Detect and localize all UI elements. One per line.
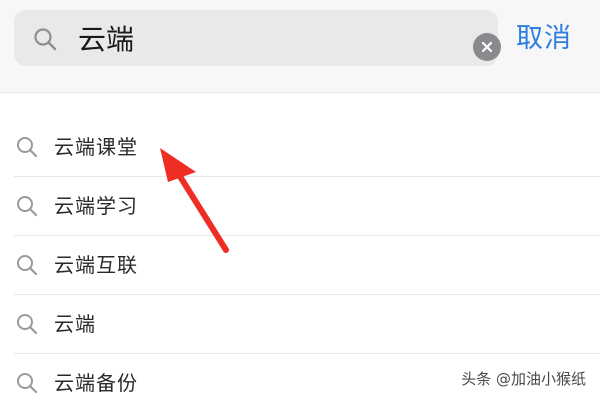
search-field[interactable] [14, 10, 501, 66]
watermark: 头条 @加油小猴纸 [461, 370, 586, 388]
search-icon [17, 137, 38, 158]
search-icon [34, 28, 57, 51]
suggestion-label: 云端 [54, 312, 96, 336]
suggestion-item[interactable]: 云端 [14, 295, 600, 354]
search-icon [17, 196, 38, 217]
suggestion-label: 云端课堂 [54, 135, 138, 159]
suggestion-label: 云端互联 [54, 253, 138, 277]
search-icon [17, 255, 38, 276]
search-icon [17, 373, 38, 394]
clear-icon [481, 41, 493, 53]
clear-button[interactable] [473, 33, 501, 61]
cancel-button[interactable]: 取消 [516, 16, 572, 55]
suggestion-item[interactable]: 云端互联 [14, 236, 600, 295]
search-header: 取消 [0, 0, 600, 93]
suggestion-label: 云端备份 [54, 371, 138, 395]
suggestion-label: 云端学习 [54, 194, 138, 218]
search-input[interactable] [78, 10, 458, 66]
search-icon [17, 314, 38, 335]
suggestion-item[interactable]: 云端课堂 [14, 118, 600, 177]
suggestion-item[interactable]: 云端学习 [14, 177, 600, 236]
